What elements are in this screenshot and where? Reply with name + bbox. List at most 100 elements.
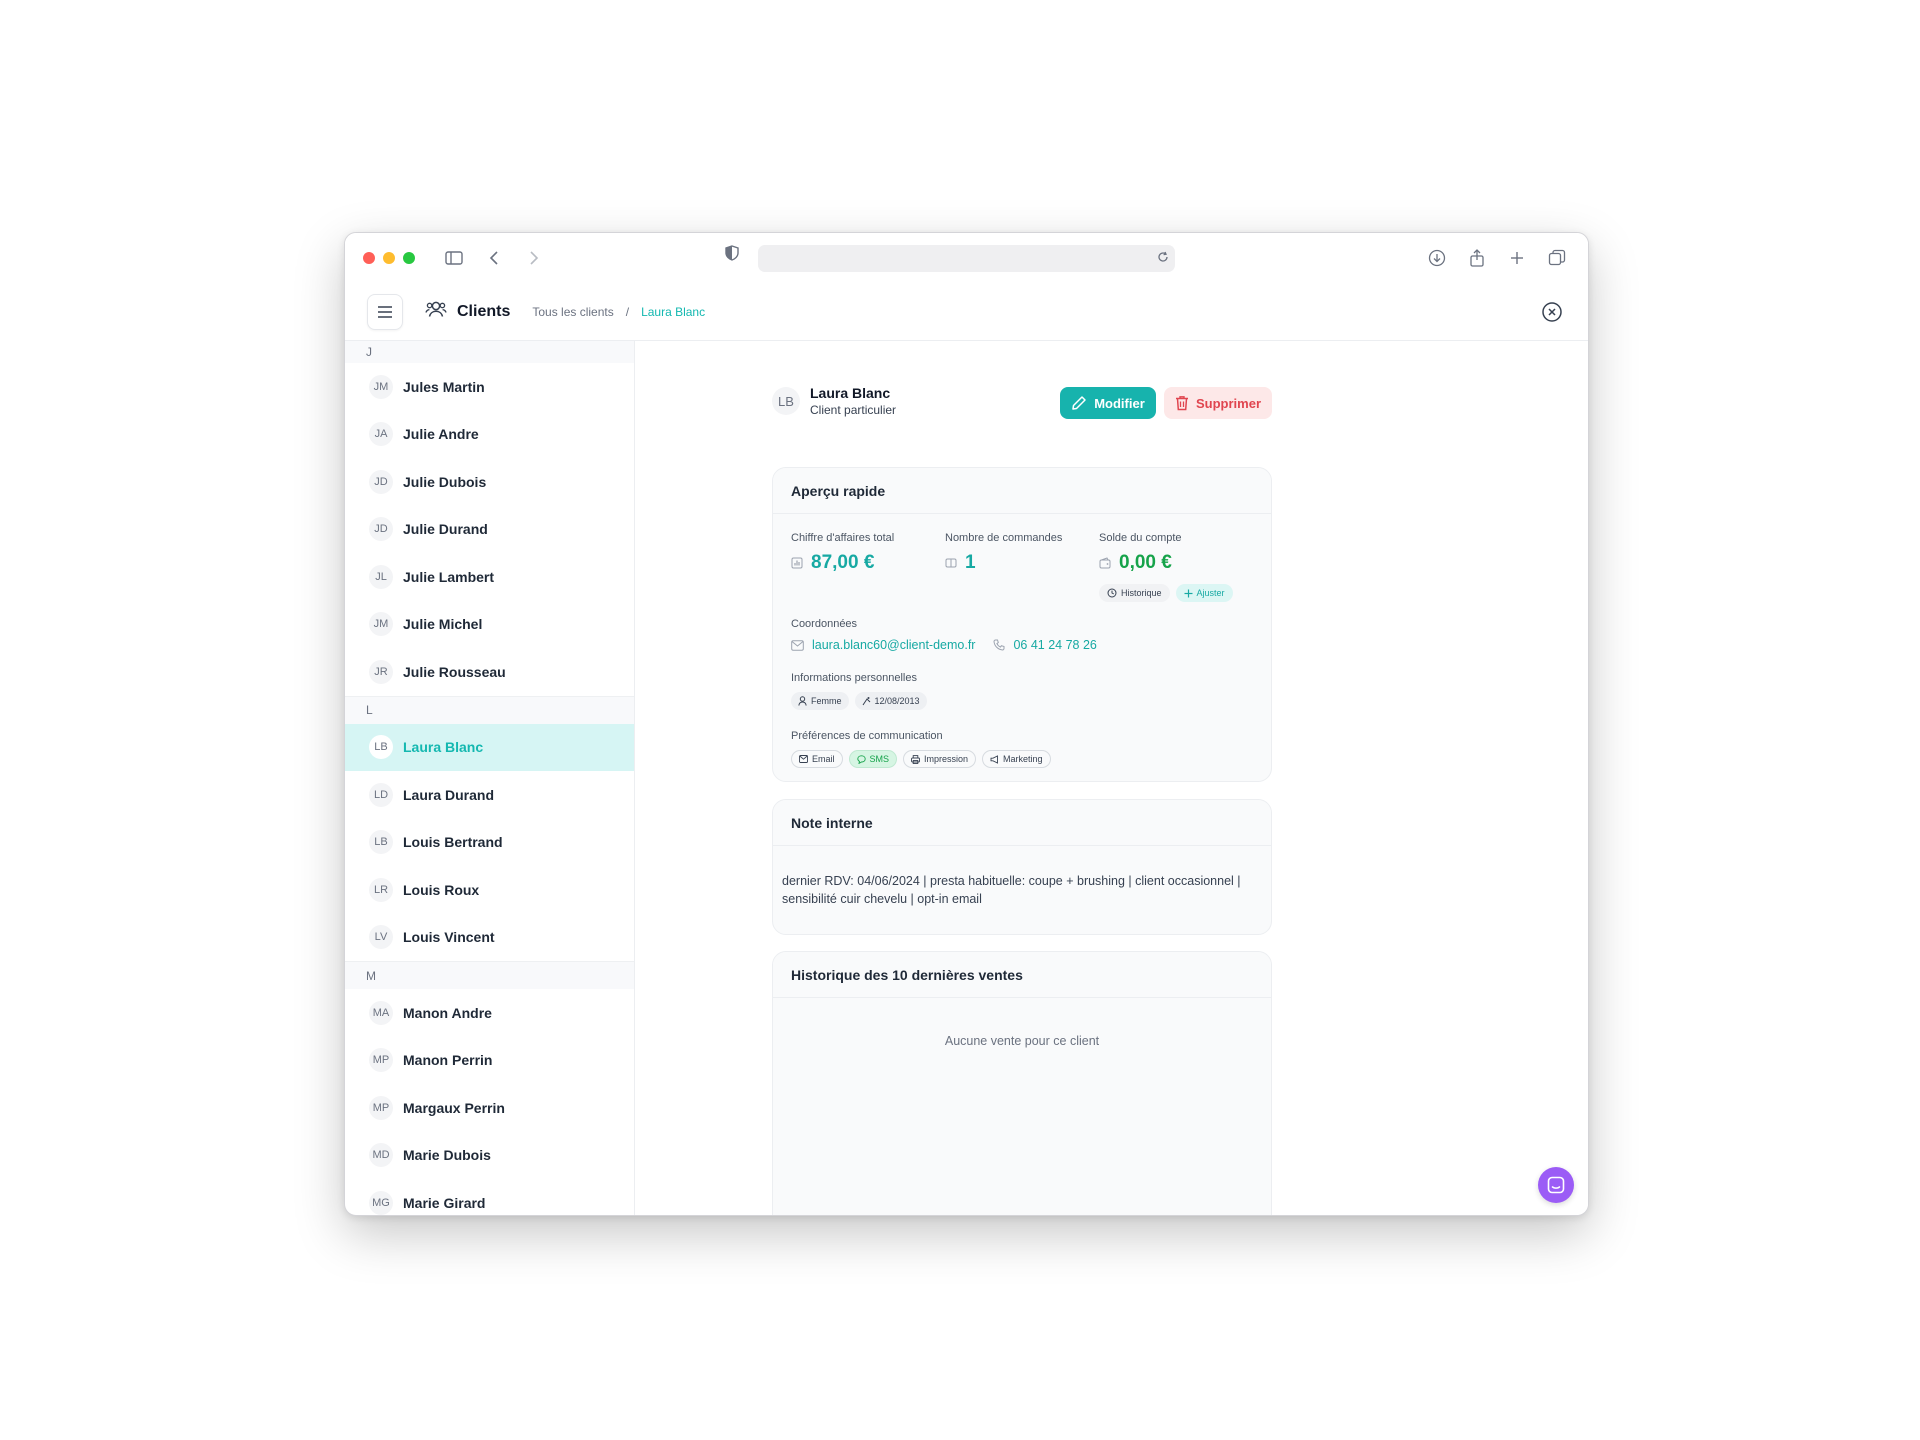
avatar: LB (772, 387, 800, 415)
chat-button[interactable] (1538, 1167, 1574, 1203)
client-item-active[interactable]: LB Laura Blanc (345, 723, 634, 771)
client-item[interactable]: MA Manon Andre (345, 989, 634, 1037)
note-line: sensibilité cuir chevelu | opt-in email (782, 892, 982, 906)
client-name: Louis Vincent (403, 929, 495, 946)
comm-email-chip[interactable]: Email (791, 750, 843, 768)
avatar: JA (369, 422, 393, 447)
cake-icon (862, 697, 870, 706)
email-link[interactable]: laura.blanc60@client-demo.fr (812, 638, 975, 652)
client-name: Marie Girard (403, 1194, 486, 1211)
overview-card: Aperçu rapide Chiffre d'affaires total 8… (772, 467, 1272, 782)
avatar: MP (369, 1048, 393, 1073)
reload-icon[interactable] (1157, 250, 1169, 268)
avatar: MD (369, 1143, 393, 1168)
comm-sms-chip[interactable]: SMS (848, 750, 898, 768)
breadcrumb: Tous les clients / Laura Blanc (532, 305, 705, 319)
downloads-icon[interactable] (1424, 245, 1450, 271)
window-controls (363, 252, 415, 264)
client-item[interactable]: JA Julie Andre (345, 411, 634, 459)
edit-label: Modifier (1094, 395, 1145, 411)
history-button[interactable]: Historique (1099, 584, 1170, 602)
new-tab-icon[interactable] (1504, 245, 1530, 271)
user-icon (798, 696, 807, 706)
avatar: JD (369, 517, 393, 542)
contact-row: laura.blanc60@client-demo.fr 06 41 24 78… (791, 638, 1253, 652)
client-item[interactable]: MG Marie Girard (345, 1179, 634, 1215)
sales-history-card: Historique des 10 dernières ventes Aucun… (772, 951, 1272, 1215)
comm-marketing-chip[interactable]: Marketing (982, 750, 1051, 768)
tab-overview-icon[interactable] (1544, 245, 1570, 271)
client-item[interactable]: LD Laura Durand (345, 771, 634, 819)
comm-sms-label: SMS (869, 754, 890, 764)
client-item[interactable]: LR Louis Roux (345, 866, 634, 914)
overview-title: Aperçu rapide (773, 468, 1271, 514)
delete-button[interactable]: Supprimer (1164, 387, 1272, 419)
privacy-shield-icon[interactable] (725, 245, 739, 266)
sales-empty-state: Aucune vente pour ce client (944, 1034, 1100, 1048)
client-name: Manon Andre (403, 1004, 492, 1021)
client-item[interactable]: MP Margaux Perrin (345, 1084, 634, 1132)
note-title: Note interne (773, 800, 1271, 846)
client-item[interactable]: JD Julie Durand (345, 506, 634, 554)
avatar: JL (369, 564, 393, 589)
communication-chips: Email SMS Impression Marketing (791, 750, 1253, 768)
browser-toolbar (345, 233, 1588, 283)
chat-icon (1547, 1176, 1565, 1194)
client-item[interactable]: JM Julie Michel (345, 601, 634, 649)
close-window-button[interactable] (363, 252, 375, 264)
client-item[interactable]: MD Marie Dubois (345, 1132, 634, 1180)
group-header-l: L (345, 695, 634, 724)
stat-label: Nombre de commandes (945, 532, 1063, 544)
client-name: Julie Andre (403, 426, 479, 443)
sales-history-title: Historique des 10 dernières ventes (773, 952, 1271, 998)
balance-value: 0,00 € (1119, 552, 1172, 573)
client-item[interactable]: LB Louis Bertrand (345, 819, 634, 867)
comm-print-label: Impression (924, 754, 969, 764)
client-item[interactable]: LV Louis Vincent (345, 914, 634, 962)
comm-email-label: Email (812, 754, 835, 764)
wallet-icon (1099, 557, 1111, 569)
page-title: Clients (457, 302, 511, 320)
client-name: Laura Blanc (403, 739, 484, 756)
zoom-window-button[interactable] (403, 252, 415, 264)
minimize-window-button[interactable] (383, 252, 395, 264)
client-item[interactable]: JL Julie Lambert (345, 553, 634, 601)
printer-icon (911, 754, 920, 764)
client-item[interactable]: JD Julie Dubois (345, 458, 634, 506)
bar-chart-icon (791, 557, 803, 569)
back-icon[interactable] (481, 245, 507, 271)
phone-link[interactable]: 06 41 24 78 26 (1013, 638, 1096, 652)
personal-info-chips: Femme 12/08/2013 (791, 692, 1253, 710)
client-detail: LB Laura Blanc Client particulier Modifi… (635, 341, 1588, 1215)
stat-revenue: Chiffre d'affaires total 87,00 € (791, 532, 945, 602)
avatar: MP (369, 1095, 393, 1120)
client-item[interactable]: JR Julie Rousseau (345, 648, 634, 696)
client-item[interactable]: JM Jules Martin (345, 363, 634, 411)
comm-print-chip[interactable]: Impression (903, 750, 977, 768)
client-list: J JM Jules Martin JA Julie Andre JD Julie D… (345, 341, 635, 1215)
client-profile-header: LB Laura Blanc Client particulier Modifi… (772, 381, 1272, 421)
share-icon[interactable] (1464, 245, 1490, 271)
client-name: Julie Michel (403, 616, 483, 633)
edit-button[interactable]: Modifier (1060, 387, 1156, 419)
sidebar-toggle-icon[interactable] (441, 245, 467, 271)
clock-icon (1107, 588, 1117, 598)
client-name: Julie Durand (403, 521, 488, 538)
gender-value: Femme (811, 696, 842, 706)
mail-icon (791, 639, 804, 651)
history-label: Historique (1121, 588, 1162, 598)
forward-icon[interactable] (521, 245, 547, 271)
note-card: Note interne dernier RDV: 04/06/2024 | p… (772, 799, 1272, 935)
client-name: Julie Rousseau (403, 663, 506, 680)
close-icon[interactable] (1541, 301, 1563, 323)
menu-button[interactable] (367, 293, 403, 330)
adjust-button[interactable]: Ajuster (1175, 584, 1233, 602)
stat-orders: Nombre de commandes 1 (945, 532, 1099, 602)
client-item[interactable]: MP Manon Perrin (345, 1037, 634, 1085)
breadcrumb-all-clients[interactable]: Tous les clients (532, 305, 613, 319)
gender-chip: Femme (791, 692, 849, 710)
avatar: JM (369, 374, 393, 399)
app-header: Clients Tous les clients / Laura Blanc (345, 283, 1588, 341)
users-icon (425, 299, 447, 324)
address-bar[interactable] (758, 245, 1175, 272)
